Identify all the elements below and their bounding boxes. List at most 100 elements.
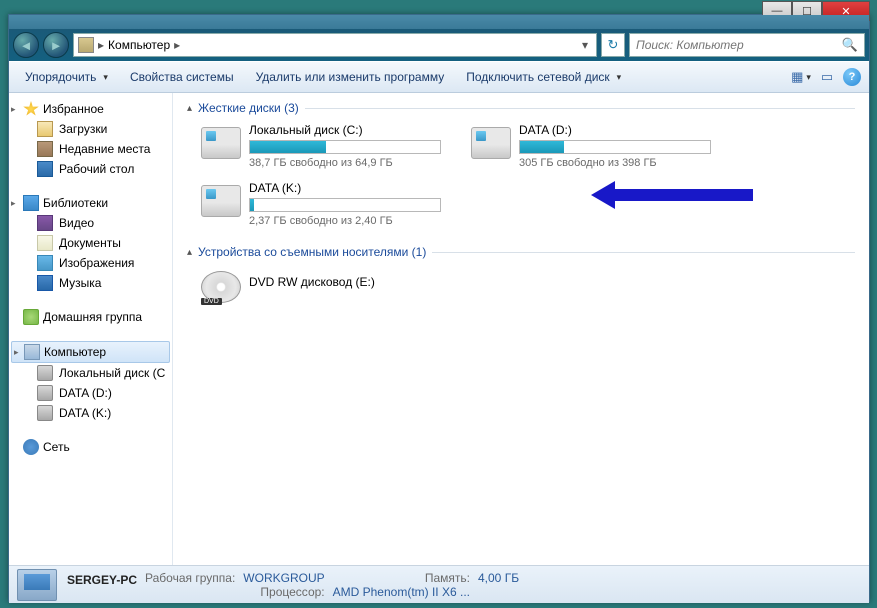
homegroup-icon — [23, 309, 39, 325]
chevron-right-icon[interactable]: ▸ — [98, 38, 104, 52]
sidebar-libraries[interactable]: ▸ Библиотеки — [9, 193, 172, 213]
sidebar-label: Избранное — [43, 102, 104, 116]
cpu-value: AMD Phenom(tm) II X6 ... — [333, 585, 470, 599]
sidebar-favorites[interactable]: ▸ Избранное — [9, 99, 172, 119]
sidebar-label: Библиотеки — [43, 196, 108, 210]
collapse-icon[interactable]: ▸ — [11, 198, 16, 209]
sidebar-computer[interactable]: ▸ Компьютер — [11, 341, 170, 363]
drive-k[interactable]: DATA (K:) 2,37 ГБ свободно из 2,40 ГБ — [201, 181, 441, 227]
search-input[interactable] — [636, 38, 842, 52]
memory-value: 4,00 ГБ — [478, 571, 519, 585]
computer-name: SERGEY-PC — [67, 571, 137, 587]
usage-bar — [249, 140, 441, 154]
sidebar: ▸ Избранное Загрузки Недавние места Рабо… — [9, 93, 173, 565]
sidebar-item-label: Загрузки — [59, 122, 107, 136]
sidebar-network[interactable]: Сеть — [9, 437, 172, 457]
sidebar-item-label: Недавние места — [59, 142, 150, 156]
sidebar-item-label: Видео — [59, 216, 94, 230]
group-title: Жесткие диски (3) — [198, 101, 299, 115]
uninstall-program-button[interactable]: Удалить или изменить программу — [248, 66, 453, 88]
forward-button[interactable]: ► — [43, 32, 69, 58]
sidebar-item-label: Рабочий стол — [59, 162, 134, 176]
sidebar-item-label: Документы — [59, 236, 121, 250]
drive-free-text: 2,37 ГБ свободно из 2,40 ГБ — [249, 215, 441, 227]
cpu-label: Процессор: — [243, 585, 324, 599]
group-hard-drives[interactable]: ▴ Жесткие диски (3) — [187, 101, 855, 115]
desktop-icon — [37, 161, 53, 177]
breadcrumb-dropdown[interactable]: ▾ — [578, 38, 592, 52]
sidebar-label: Домашняя группа — [43, 310, 142, 324]
hdd-icon — [37, 365, 53, 381]
collapse-icon[interactable]: ▸ — [11, 104, 16, 115]
music-icon — [37, 275, 53, 291]
map-network-drive-button[interactable]: Подключить сетевой диск — [458, 66, 629, 88]
status-bar: SERGEY-PC Рабочая группа: WORKGROUP Памя… — [9, 565, 869, 603]
sidebar-item-documents[interactable]: Документы — [9, 233, 172, 253]
sidebar-item-label: DATA (K:) — [59, 406, 111, 420]
sidebar-homegroup[interactable]: Домашняя группа — [9, 307, 172, 327]
sidebar-item-music[interactable]: Музыка — [9, 273, 172, 293]
group-title: Устройства со съемными носителями (1) — [198, 245, 426, 259]
usage-bar — [249, 198, 441, 212]
group-removable[interactable]: ▴ Устройства со съемными носителями (1) — [187, 245, 855, 259]
sidebar-item-drive-d[interactable]: DATA (D:) — [9, 383, 172, 403]
preview-pane-button[interactable]: ▭ — [817, 67, 837, 87]
system-properties-button[interactable]: Свойства системы — [122, 66, 242, 88]
drive-d[interactable]: DATA (D:) 305 ГБ свободно из 398 ГБ — [471, 123, 711, 169]
drive-free-text: 38,7 ГБ свободно из 64,9 ГБ — [249, 157, 441, 169]
usage-fill — [250, 141, 326, 153]
drive-c[interactable]: Локальный диск (C:) 38,7 ГБ свободно из … — [201, 123, 441, 169]
workgroup-label: Рабочая группа: — [145, 571, 235, 585]
sidebar-item-label: Музыка — [59, 276, 101, 290]
divider — [305, 108, 855, 109]
drive-name: DATA (K:) — [249, 181, 441, 195]
collapse-icon[interactable]: ▴ — [187, 247, 192, 258]
sidebar-item-desktop[interactable]: Рабочий стол — [9, 159, 172, 179]
view-options-button[interactable]: ▦ — [791, 67, 811, 87]
breadcrumb-label[interactable]: Компьютер — [108, 38, 170, 52]
back-button[interactable]: ◄ — [13, 32, 39, 58]
drive-dvd[interactable]: DVD RW дисковод (E:) — [201, 267, 441, 303]
pictures-icon — [37, 255, 53, 271]
sidebar-label: Компьютер — [44, 345, 106, 359]
sidebar-item-drive-k[interactable]: DATA (K:) — [9, 403, 172, 423]
drive-name: DVD RW дисковод (E:) — [249, 275, 441, 289]
divider — [432, 252, 855, 253]
sidebar-label: Сеть — [43, 440, 70, 454]
organize-label: Упорядочить — [25, 70, 96, 84]
breadcrumb[interactable]: ▸ Компьютер ▸ ▾ — [73, 33, 597, 57]
body: ▸ Избранное Загрузки Недавние места Рабо… — [9, 93, 869, 565]
hdd-icon — [37, 385, 53, 401]
network-icon — [23, 439, 39, 455]
content-pane: ▴ Жесткие диски (3) Локальный диск (C:) … — [173, 93, 869, 565]
document-icon — [37, 235, 53, 251]
chevron-right-icon[interactable]: ▸ — [174, 38, 180, 52]
collapse-icon[interactable]: ▸ — [14, 347, 19, 358]
sidebar-item-label: Локальный диск (C — [59, 366, 165, 380]
sidebar-item-video[interactable]: Видео — [9, 213, 172, 233]
titlebar[interactable] — [9, 15, 869, 29]
video-icon — [37, 215, 53, 231]
usage-fill — [520, 141, 564, 153]
sidebar-item-recent[interactable]: Недавние места — [9, 139, 172, 159]
organize-menu[interactable]: Упорядочить — [17, 66, 116, 88]
explorer-window: — ☐ ✕ ◄ ► ▸ Компьютер ▸ ▾ ↻ 🔍 Упорядочит… — [8, 14, 870, 602]
star-icon — [23, 101, 39, 117]
recent-icon — [37, 141, 53, 157]
sidebar-item-drive-c[interactable]: Локальный диск (C — [9, 363, 172, 383]
memory-label: Память: — [333, 571, 470, 585]
hdd-icon — [37, 405, 53, 421]
search-icon[interactable]: 🔍 — [842, 37, 858, 53]
refresh-button[interactable]: ↻ — [601, 33, 625, 57]
collapse-icon[interactable]: ▴ — [187, 103, 192, 114]
search-box[interactable]: 🔍 — [629, 33, 865, 57]
hdd-icon — [201, 185, 241, 217]
sidebar-item-pictures[interactable]: Изображения — [9, 253, 172, 273]
drive-free-text: 305 ГБ свободно из 398 ГБ — [519, 157, 711, 169]
workgroup-value: WORKGROUP — [243, 571, 324, 585]
computer-icon — [78, 37, 94, 53]
annotation-arrow — [613, 189, 753, 201]
help-button[interactable]: ? — [843, 68, 861, 86]
drive-name: Локальный диск (C:) — [249, 123, 441, 137]
sidebar-item-downloads[interactable]: Загрузки — [9, 119, 172, 139]
